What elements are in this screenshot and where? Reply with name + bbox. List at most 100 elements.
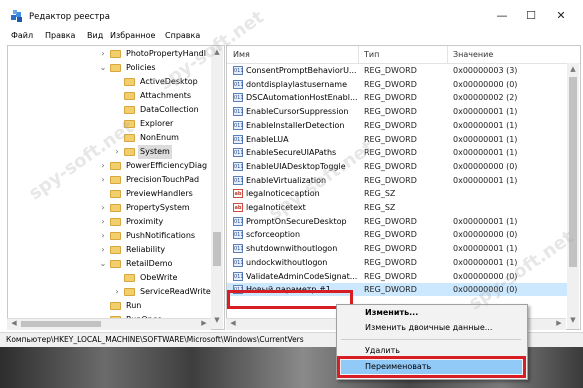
menu-bar: Файл Правка Вид Избранное Справка: [0, 30, 583, 44]
reg-binary-icon: 011: [233, 161, 244, 171]
value-data: 0x00000001 (1): [453, 244, 518, 254]
value-type: REG_DWORD: [364, 107, 417, 117]
close-button[interactable]: ✕: [546, 6, 576, 26]
value-name: DSCAutomationHostEnabl...: [246, 93, 358, 103]
folder-icon: [110, 50, 121, 58]
registry-editor-icon: [11, 10, 22, 22]
menu-edit[interactable]: Правка: [45, 31, 75, 40]
value-type: REG_DWORD: [364, 134, 417, 144]
value-data: 0x00000001 (1): [453, 216, 518, 226]
expand-icon[interactable]: ›: [98, 215, 108, 229]
list-row[interactable]: 011 dontdisplaylastusername REG_DWORD 0x000…: [227, 78, 567, 91]
value-name: PromptOnSecureDesktop: [246, 216, 347, 226]
reg-binary-icon: 011: [233, 216, 244, 226]
expand-icon[interactable]: ›: [98, 201, 108, 215]
column-header-value[interactable]: Значение: [453, 50, 493, 59]
column-header-name[interactable]: Имя: [233, 50, 250, 59]
reg-binary-icon: 011: [233, 79, 244, 89]
registry-values-list[interactable]: Имя Тип Значение 011 ConsentPromptBehavio…: [226, 45, 581, 330]
title-bar[interactable]: Редактор реестра — ☐ ✕: [0, 0, 583, 30]
reg-binary-icon: 011: [233, 93, 244, 103]
value-data: 0x00000001 (1): [453, 175, 518, 185]
value-type: REG_SZ: [364, 189, 396, 199]
value-data: 0x00000001 (1): [453, 148, 518, 158]
reg-binary-icon: 011: [233, 244, 244, 254]
folder-icon: [110, 204, 121, 212]
value-data: 0x00000000 (0): [453, 161, 518, 171]
value-name: scforceoption: [246, 230, 301, 240]
value-name: dontdisplaylastusername: [246, 79, 348, 89]
tree-hscroll-thumb[interactable]: [21, 321, 101, 327]
scroll-right-icon[interactable]: ▶: [554, 319, 564, 327]
expand-icon[interactable]: ›: [98, 173, 108, 187]
column-divider[interactable]: [358, 46, 359, 63]
value-name: EnableLUA: [246, 134, 289, 144]
column-divider[interactable]: [447, 46, 448, 63]
collapse-icon[interactable]: ⌄: [98, 61, 108, 75]
menu-favorites[interactable]: Избранное: [110, 31, 155, 40]
expand-icon[interactable]: ›: [98, 243, 108, 257]
reg-binary-icon: 011: [233, 148, 244, 158]
menu-item-delete[interactable]: Удалить: [365, 346, 400, 355]
minimize-button[interactable]: —: [487, 6, 517, 26]
scroll-down-icon[interactable]: ▼: [211, 316, 223, 324]
reg-binary-icon: 011: [233, 120, 244, 130]
reg-binary-icon: 011: [233, 134, 244, 144]
value-data: 0x00000003 (3): [453, 66, 518, 75]
value-data: 0x00000002 (2): [453, 93, 518, 103]
list-row[interactable]: 011 EnableCursorSuppression REG_DWORD 0x000…: [227, 105, 567, 118]
list-row[interactable]: 011 ConsentPromptBehaviorU... REG_DWORD 0x0…: [227, 64, 567, 77]
scroll-right-icon[interactable]: ▶: [199, 319, 209, 327]
expand-icon[interactable]: ›: [98, 47, 108, 61]
tree-scroll-thumb[interactable]: [213, 232, 221, 266]
folder-icon: [110, 246, 121, 254]
rename-highlight: [337, 356, 526, 378]
folder-icon: [110, 176, 121, 184]
tree-vertical-scrollbar[interactable]: [211, 46, 223, 329]
folder-icon: [124, 92, 135, 100]
value-name: ValidateAdminCodeSignat...: [246, 271, 358, 281]
menu-item-modify[interactable]: Изменить...: [365, 308, 418, 317]
value-name: undockwithoutlogon: [246, 257, 328, 267]
reg-binary-icon: 011: [233, 175, 244, 185]
expand-icon[interactable]: ›: [112, 285, 122, 299]
list-row[interactable]: 011 EnableUIADesktopToggle REG_DWORD 0x0000…: [227, 160, 567, 173]
value-type: REG_DWORD: [364, 285, 417, 295]
menu-help[interactable]: Справка: [165, 31, 200, 40]
expand-icon[interactable]: ›: [98, 159, 108, 173]
maximize-button[interactable]: ☐: [516, 6, 546, 26]
folder-icon: [110, 302, 121, 310]
list-row[interactable]: 011 EnableSecureUIAPaths REG_DWORD 0x000000…: [227, 146, 567, 159]
expand-icon[interactable]: ›: [98, 229, 108, 243]
reg-binary-icon: 011: [233, 271, 244, 281]
menu-view[interactable]: Вид: [87, 31, 103, 40]
reg-binary-icon: 011: [233, 257, 244, 267]
menu-file[interactable]: Файл: [11, 31, 33, 40]
folder-icon: [110, 162, 121, 170]
reg-binary-icon: 011: [233, 107, 244, 117]
list-row[interactable]: 011 EnableInstallerDetection REG_DWORD 0x00…: [227, 119, 567, 132]
reg-binary-icon: 011: [233, 230, 244, 240]
menu-separator: [341, 339, 521, 340]
scroll-left-icon[interactable]: ◀: [9, 319, 19, 327]
column-header-type[interactable]: Тип: [364, 50, 379, 59]
scroll-left-icon[interactable]: ◀: [228, 319, 238, 327]
folder-icon: [110, 190, 121, 198]
tree-horizontal-scrollbar[interactable]: ◀ ▶: [7, 318, 211, 330]
list-header: Имя Тип Значение: [227, 46, 580, 64]
scroll-down-icon[interactable]: ▼: [567, 316, 579, 324]
scroll-up-icon[interactable]: ▲: [567, 65, 579, 73]
value-data: 0x00000000 (0): [453, 230, 518, 240]
list-row[interactable]: 011 EnableLUA REG_DWORD 0x00000001 (1): [227, 133, 567, 146]
list-row[interactable]: 011 EnableVirtualization REG_DWORD 0x000000…: [227, 174, 567, 187]
value-type: REG_DWORD: [364, 93, 417, 103]
reg-binary-icon: 011: [233, 66, 244, 75]
list-vertical-scrollbar[interactable]: ▲ ▼: [567, 63, 579, 329]
list-row[interactable]: 011 scforceoption REG_DWORD 0x00000000 (0): [227, 228, 567, 241]
value-type: REG_DWORD: [364, 120, 417, 130]
menu-item-modify-binary[interactable]: Изменить двоичные данные...: [365, 323, 492, 332]
list-row[interactable]: 011 shutdownwithoutlogon REG_DWORD 0x000000…: [227, 242, 567, 255]
folder-icon: [110, 218, 121, 226]
collapse-icon[interactable]: ⌄: [98, 257, 108, 271]
list-row[interactable]: 011 DSCAutomationHostEnabl... REG_DWORD 0x0…: [227, 91, 567, 104]
